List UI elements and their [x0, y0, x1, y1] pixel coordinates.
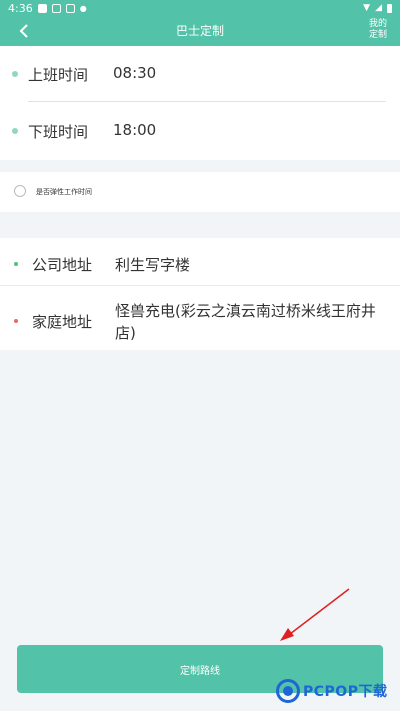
pcpop-logo-icon [276, 679, 300, 703]
watermark-text: PCPOP下载 [303, 684, 388, 700]
watermark-logo: PCPOP下载 [276, 676, 387, 706]
custom-route-label: 定制路线 [180, 665, 220, 677]
annotation-arrow-icon [280, 588, 350, 641]
